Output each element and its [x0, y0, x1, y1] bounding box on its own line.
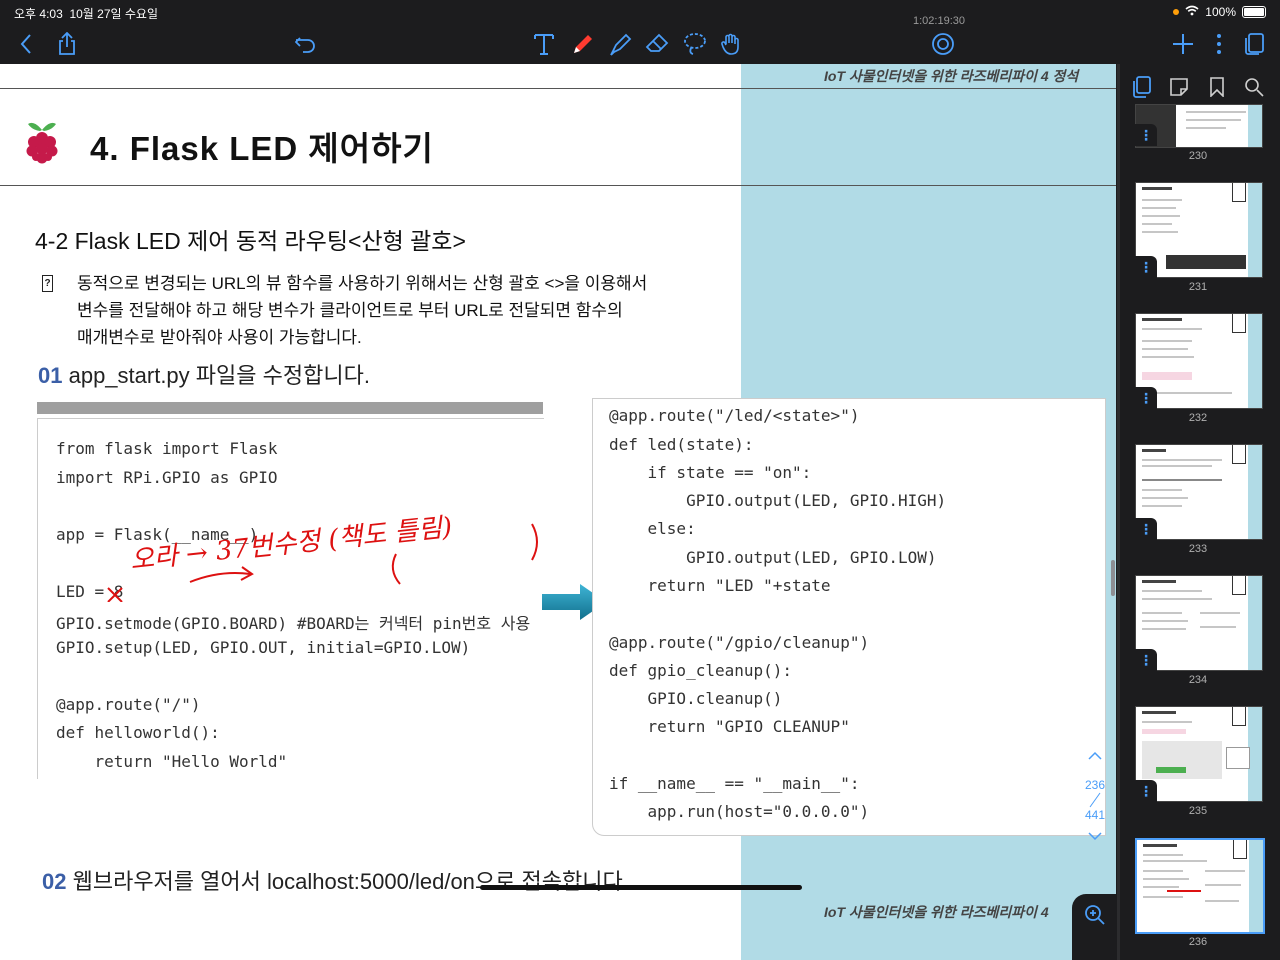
total-pages: 441 — [1084, 808, 1106, 822]
code-line: return "LED "+state — [609, 576, 831, 595]
bookmarks-tab-icon[interactable] — [1198, 70, 1236, 104]
step-1-heading: 01 app_start.py 파일을 수정합니다. — [38, 358, 370, 390]
thumbnail-page-number: 235 — [1188, 805, 1208, 817]
code-line: def helloworld(): — [56, 723, 220, 742]
code-line: @app.route("/led/<state>") — [609, 406, 860, 425]
code-line: def led(state): — [609, 435, 754, 454]
add-page-icon[interactable] — [1169, 30, 1197, 58]
more-options-icon[interactable] — [1205, 30, 1233, 58]
thumbnail-menu-button[interactable]: ⋮ — [1135, 124, 1157, 146]
code-line: from flask import Flask — [56, 439, 278, 458]
search-tab-icon[interactable] — [1236, 70, 1274, 104]
header-rule — [0, 88, 1116, 89]
code-line: return "Hello World" — [56, 752, 288, 771]
page-divider — [1083, 792, 1107, 808]
code-line: @app.route("/gpio/cleanup") — [609, 633, 870, 652]
thumbnail-menu-button[interactable]: ⋮ — [1135, 518, 1157, 540]
home-indicator[interactable] — [480, 885, 802, 890]
code-line: GPIO.output(LED, GPIO.LOW) — [609, 548, 937, 567]
title-rule — [0, 185, 1116, 186]
current-page-number: 236 — [1084, 778, 1106, 792]
lasso-tool-icon[interactable] — [681, 30, 709, 58]
step-text: app_start.py 파일을 수정합니다. — [62, 363, 370, 388]
code-line: def gpio_cleanup(): — [609, 661, 793, 680]
thumbnail-page-number: 236 — [1188, 936, 1208, 948]
zoom-icon[interactable] — [1084, 904, 1106, 931]
page-down-chevron-icon[interactable] — [1083, 830, 1107, 844]
record-icon[interactable] — [929, 30, 957, 58]
code-line: @app.route("/") — [56, 695, 201, 714]
session-timer: 1:02:19:30 — [913, 15, 965, 27]
pages-panel-icon[interactable] — [1240, 30, 1268, 58]
undo-icon[interactable] — [292, 30, 320, 58]
thumbnail-page-number: 231 — [1188, 281, 1208, 293]
document-page[interactable]: IoT 사물인터넷을 위한 라즈베리파이 4 정석 4. Flask LED 제… — [0, 64, 1116, 960]
pen-tool-icon[interactable] — [569, 30, 597, 58]
code-line: import RPi.GPIO as GPIO — [56, 468, 278, 487]
paragraph-line: 매개변수로 받아줘야 사용이 가능합니다. — [77, 328, 362, 347]
eraser-tool-icon[interactable] — [644, 30, 672, 58]
code-line: GPIO.output(LED, GPIO.HIGH) — [609, 491, 947, 510]
page-up-chevron-icon[interactable] — [1083, 750, 1107, 768]
code-block-header-bar — [37, 402, 543, 414]
section-subtitle: 4-2 Flask LED 제어 동적 라우팅<산형 괄호> — [35, 228, 466, 254]
page-title: 4. Flask LED 제어하기 — [90, 130, 434, 167]
thumbnail-menu-button[interactable]: ⋮ — [1135, 256, 1157, 278]
code-line: GPIO.setup(LED, GPIO.OUT, initial=GPIO.L… — [56, 638, 471, 657]
code-block-right: @app.route("/led/<state>") def led(state… — [592, 398, 1106, 836]
outline-tab-icon[interactable] — [1161, 70, 1199, 104]
code-line: return "GPIO CLEANUP" — [609, 717, 850, 736]
code-line: else: — [609, 519, 696, 538]
code-line: GPIO.setmode(GPIO.BOARD) #BOARD는 커넥터 pin… — [56, 614, 531, 633]
thumbnail-menu-button[interactable]: ⋮ — [1135, 649, 1157, 671]
paragraph-line: 동적으로 변경되는 URL의 뷰 함수를 사용하기 위해서는 산형 괄호 <>을… — [77, 274, 648, 293]
thumbnail-menu-button[interactable]: ⋮ — [1135, 780, 1157, 802]
thumbnail-page-number: 230 — [1188, 150, 1208, 162]
back-chevron-icon[interactable] — [12, 30, 40, 58]
step-number: 01 — [38, 363, 63, 388]
code-line: if __name__ == "__main__": — [609, 774, 860, 793]
page-indicator[interactable]: 236 441 — [1083, 750, 1107, 866]
thumbnail-page-number: 233 — [1188, 543, 1208, 555]
paragraph-line: 변수를 전달해야 하고 해당 변수가 클라이언트로 부터 URL로 전달되면 함… — [77, 301, 623, 320]
thumbnail-menu-button[interactable]: ⋮ — [1135, 387, 1157, 409]
step-text: 웹브라우저를 열어서 localhost:5000/led/on으로 접속합니다… — [66, 869, 629, 894]
code-line: GPIO.cleanup() — [609, 689, 783, 708]
handwritten-annotation: 오라 → 37번수정 (책도 틀림) — [100, 512, 560, 603]
step-2-heading: 02 웹브라우저를 열어서 localhost:5000/led/on으로 접속… — [42, 864, 629, 896]
page-thumbnail-236[interactable] — [1135, 838, 1265, 934]
toolbar: 1:02:19:30 — [0, 15, 1280, 64]
description-paragraph: 동적으로 변경되는 URL의 뷰 함수를 사용하기 위해서는 산형 괄호 <>을… — [77, 270, 717, 351]
text-tool-icon[interactable] — [530, 30, 558, 58]
code-line: if state == "on": — [609, 463, 812, 482]
book-footer: IoT 사물인터넷을 위한 라즈베리파이 4 — [824, 904, 1049, 920]
raspberry-pi-logo-icon — [24, 120, 60, 169]
zoom-button[interactable] — [1072, 894, 1116, 960]
code-line: app.run(host="0.0.0.0") — [609, 802, 870, 821]
step-number: 02 — [42, 869, 67, 894]
share-icon[interactable] — [53, 30, 81, 58]
sidebar-tabs — [1123, 70, 1273, 104]
book-header: IoT 사물인터넷을 위한 라즈베리파이 4 정석 — [824, 68, 1079, 84]
hand-tool-icon[interactable] — [718, 30, 746, 58]
thumbnail-page-number: 234 — [1188, 674, 1208, 686]
thumbnails-tab-icon[interactable] — [1123, 70, 1161, 104]
bullet-marker: ? — [42, 275, 53, 292]
scroll-handle[interactable] — [1111, 560, 1115, 596]
highlighter-tool-icon[interactable] — [607, 30, 635, 58]
thumbnail-page-number: 232 — [1188, 412, 1208, 424]
